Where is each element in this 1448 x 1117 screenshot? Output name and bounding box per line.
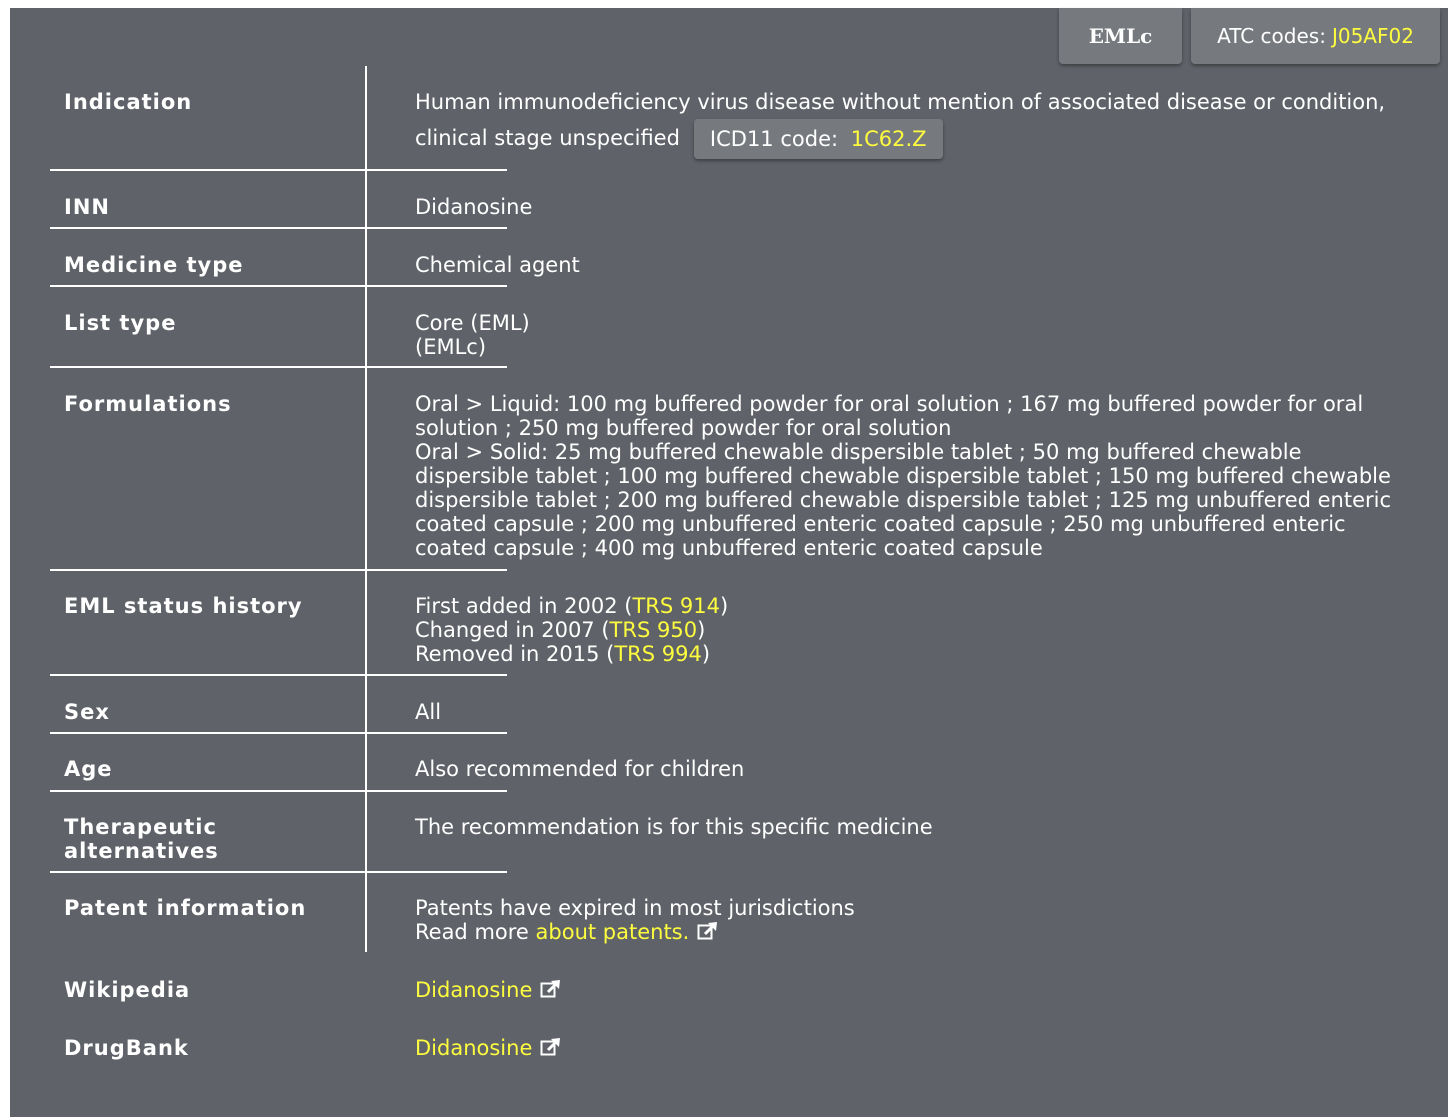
formulation-line: solution ; 250 mg buffered powder for or…	[415, 416, 952, 440]
indication-line2-row: clinical stage unspecified ICD11 code: 1C…	[415, 118, 1385, 159]
inn-value: Didanosine	[415, 195, 533, 219]
external-link-icon[interactable]	[697, 921, 719, 946]
row-divider	[50, 227, 365, 229]
trs-994-link[interactable]: TRS 994	[614, 642, 702, 666]
therapeutic-label-line1: Therapeutic	[64, 815, 217, 839]
eml-status-label: EML status history	[64, 594, 303, 618]
row-divider	[367, 285, 507, 287]
drugbank-label: DrugBank	[64, 1036, 189, 1060]
formulations-label: Formulations	[64, 392, 232, 416]
atc-code-link[interactable]: J05AF02	[1332, 24, 1414, 48]
therapeutic-label-line2: alternatives	[64, 839, 219, 863]
age-label: Age	[64, 757, 113, 781]
status-entry: Changed in 2007 (TRS 950)	[415, 618, 728, 642]
list-tag-emlc: EMLc	[1059, 8, 1182, 64]
row-divider	[50, 674, 365, 676]
row-divider	[367, 790, 507, 792]
row-divider	[367, 569, 507, 571]
row-divider	[367, 732, 507, 734]
inn-label: INN	[64, 195, 110, 219]
row-divider	[50, 569, 365, 571]
trs-914-link[interactable]: TRS 914	[632, 594, 720, 618]
row-divider	[50, 366, 365, 368]
row-divider	[50, 169, 365, 171]
icd11-label: ICD11 code:	[709, 127, 845, 151]
patent-read-more: Read more about patents.	[415, 920, 855, 946]
status-text: First added in 2002 (	[415, 594, 633, 618]
indication-line2: clinical stage unspecified	[415, 126, 680, 150]
medicine-type-label: Medicine type	[64, 253, 244, 277]
row-divider	[50, 732, 365, 734]
age-value: Also recommended for children	[415, 757, 745, 781]
eml-status-value: First added in 2002 (TRS 914) Changed in…	[415, 594, 728, 666]
row-divider	[367, 366, 507, 368]
medicine-detail-panel: EMLc ATC codes: J05AF02 Indication Human…	[10, 8, 1448, 1117]
atc-codes-tag: ATC codes: J05AF02	[1191, 8, 1440, 64]
status-close: )	[701, 642, 711, 666]
column-divider	[365, 66, 367, 952]
sex-value: All	[415, 700, 442, 724]
drugbank-link[interactable]: Didanosine	[415, 1036, 532, 1060]
row-divider	[50, 790, 365, 792]
row-divider	[50, 285, 365, 287]
indication-value: Human immunodeficiency virus disease wit…	[415, 90, 1386, 159]
patent-info-label: Patent information	[64, 896, 307, 920]
icd11-code-badge: ICD11 code: 1C62.Z	[693, 119, 943, 159]
about-patents-link[interactable]: about patents.	[536, 920, 690, 944]
list-type-value: Core (EML) (EMLc)	[415, 311, 530, 359]
status-text: Changed in 2007 (	[415, 618, 610, 642]
status-entry: First added in 2002 (TRS 914)	[415, 594, 728, 618]
list-tag-label: EMLc	[1088, 24, 1153, 48]
formulations-value: Oral > Liquid: 100 mg buffered powder fo…	[415, 392, 1391, 560]
formulation-line: coated capsule ; 400 mg unbuffered enter…	[415, 536, 1043, 560]
formulation-line: dispersible tablet ; 100 mg buffered che…	[415, 464, 1391, 488]
wikipedia-link[interactable]: Didanosine	[415, 978, 532, 1002]
formulation-line: Oral > Liquid: 100 mg buffered powder fo…	[415, 392, 1364, 416]
formulation-line: Oral > Solid: 25 mg buffered chewable di…	[415, 440, 1302, 464]
status-entry: Removed in 2015 (TRS 994)	[415, 642, 728, 666]
row-divider	[367, 871, 507, 873]
list-type-label: List type	[64, 311, 177, 335]
row-divider	[367, 674, 507, 676]
therapeutic-alternatives-label: Therapeutic alternatives	[64, 815, 219, 863]
sex-label: Sex	[64, 700, 110, 724]
list-type-line1: Core (EML)	[415, 311, 530, 335]
formulation-line: dispersible tablet ; 200 mg buffered che…	[415, 488, 1392, 512]
row-divider	[367, 227, 507, 229]
trs-950-link[interactable]: TRS 950	[610, 618, 698, 642]
icd11-code-link[interactable]: 1C62.Z	[851, 127, 927, 151]
formulation-line: coated capsule ; 200 mg unbuffered enter…	[415, 512, 1346, 536]
atc-label: ATC codes:	[1217, 24, 1326, 48]
list-type-line2: (EMLc)	[415, 335, 487, 359]
patent-line1: Patents have expired in most jurisdictio…	[415, 896, 855, 920]
wikipedia-value: Didanosine	[415, 978, 562, 1004]
status-close: )	[697, 618, 706, 642]
row-divider	[367, 169, 507, 171]
patent-info-value: Patents have expired in most jurisdictio…	[415, 896, 855, 946]
read-more-text: Read more	[415, 920, 536, 944]
external-link-icon[interactable]	[540, 1037, 562, 1062]
status-text: Removed in 2015 (	[415, 642, 615, 666]
medicine-type-value: Chemical agent	[415, 253, 580, 277]
wikipedia-label: Wikipedia	[64, 978, 191, 1002]
external-link-icon[interactable]	[540, 979, 562, 1004]
indication-line1: Human immunodeficiency virus disease wit…	[415, 90, 1386, 114]
drugbank-value: Didanosine	[415, 1036, 562, 1062]
row-divider	[50, 871, 365, 873]
therapeutic-alternatives-value: The recommendation is for this specific …	[415, 815, 933, 839]
status-close: )	[719, 594, 729, 618]
indication-label: Indication	[64, 90, 193, 114]
